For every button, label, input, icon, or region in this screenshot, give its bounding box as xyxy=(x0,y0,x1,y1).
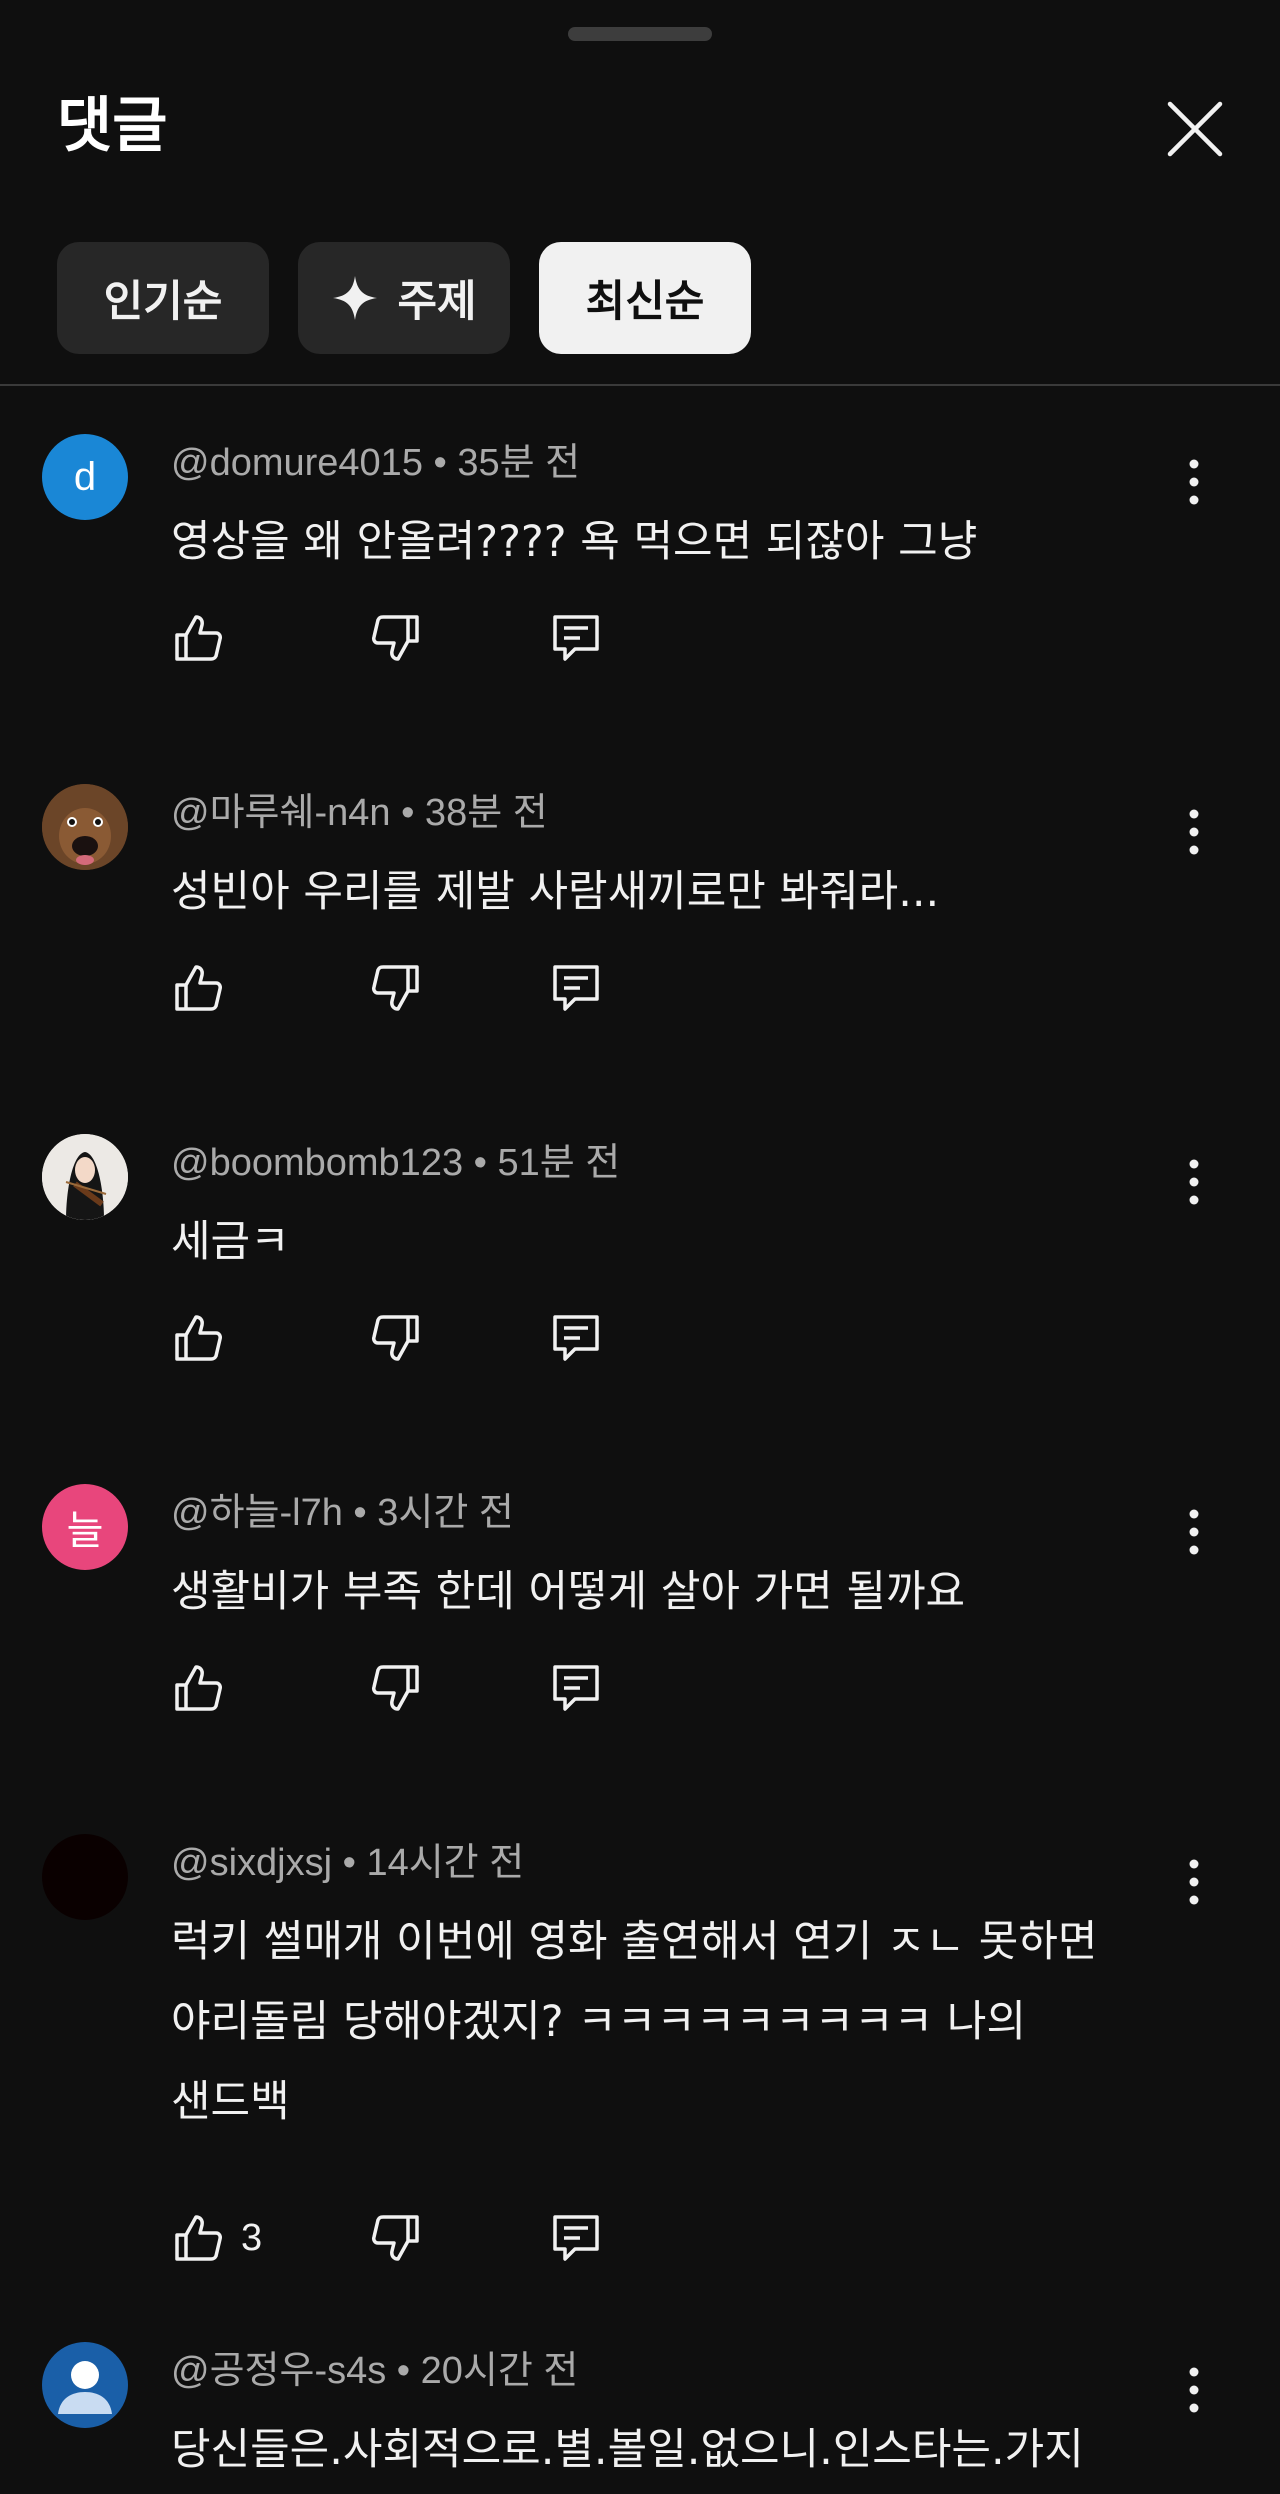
thumbs-up-icon xyxy=(175,615,222,661)
drag-handle[interactable] xyxy=(568,27,712,41)
thumbs-up-icon xyxy=(175,1665,222,1711)
chip-popular[interactable]: 인기순 xyxy=(57,242,269,354)
more-vert-icon xyxy=(1189,459,1199,505)
reply-button[interactable] xyxy=(549,1308,603,1368)
like-count: 3 xyxy=(241,2216,263,2259)
avatar-letter: d xyxy=(73,454,97,499)
chip-topic[interactable]: 주제 xyxy=(298,242,510,354)
dog-avatar[interactable] xyxy=(42,784,128,870)
comment-meta[interactable]: @마루쉐-n4n • 38분 전 xyxy=(171,788,548,838)
thumbs-down-icon xyxy=(372,2215,419,2261)
like-button[interactable] xyxy=(171,1658,225,1718)
comment-meta[interactable]: @boombomb123 • 51분 전 xyxy=(171,1138,620,1188)
comment-text: 성빈아 우리를 제발 사람새끼로만 봐줘라... xyxy=(171,867,940,917)
close-icon xyxy=(1167,101,1223,157)
more-options-button[interactable] xyxy=(1172,800,1216,864)
thumbs-down-icon xyxy=(372,1315,419,1361)
close-button[interactable] xyxy=(1160,94,1230,164)
dislike-button[interactable] xyxy=(369,608,423,668)
header-divider xyxy=(0,384,1280,386)
reply-icon xyxy=(553,2215,599,2261)
person-violin-avatar[interactable] xyxy=(42,1134,128,1220)
sparkle-icon xyxy=(331,274,379,322)
avatar[interactable] xyxy=(42,1834,128,1920)
thumbs-down-icon xyxy=(372,965,419,1011)
chip-newest-label: 최신순 xyxy=(585,277,705,327)
more-options-button[interactable] xyxy=(1172,1850,1216,1914)
chip-popular-label: 인기순 xyxy=(103,277,223,327)
more-options-button[interactable] xyxy=(1172,1500,1216,1564)
thumbs-up-icon xyxy=(175,965,222,1011)
comment-text: 럭키 썰매개 이번에 영화 출연해서 연기 ㅈㄴ 못하면 야리돌림 당해야겠지?… xyxy=(171,1917,1098,2127)
reply-icon xyxy=(553,965,599,1011)
avatar[interactable]: d xyxy=(42,434,128,520)
avatar[interactable] xyxy=(42,2342,128,2428)
sheet-title: 댓글 xyxy=(57,91,168,161)
comment-text: 당신들은.사회적으로.별.볼일.없으니.인스타는.가지 xyxy=(171,2425,1084,2475)
reply-icon xyxy=(553,615,599,661)
reply-button[interactable] xyxy=(549,2208,603,2268)
comment-text: 세금ㅋ xyxy=(171,1217,290,1267)
comment-text: 생활비가 부족 한데 어떻게 살아 가면 될까요 xyxy=(171,1567,966,1617)
dislike-button[interactable] xyxy=(369,1658,423,1718)
thumbs-down-icon xyxy=(372,1665,419,1711)
more-options-button[interactable] xyxy=(1172,1150,1216,1214)
dislike-button[interactable] xyxy=(369,2208,423,2268)
more-vert-icon xyxy=(1189,2367,1199,2413)
more-vert-icon xyxy=(1189,1509,1199,1555)
avatar[interactable]: 늘 xyxy=(42,1484,128,1570)
more-vert-icon xyxy=(1189,1859,1199,1905)
like-button[interactable] xyxy=(171,958,225,1018)
reply-icon xyxy=(553,1315,599,1361)
reply-button[interactable] xyxy=(549,608,603,668)
reply-button[interactable] xyxy=(549,1658,603,1718)
comment-meta[interactable]: @하늘-l7h • 3시간 전 xyxy=(171,1488,514,1538)
thumbs-up-icon xyxy=(175,2215,222,2261)
comment-text: 영상을 왜 안올려???? 욕 먹으면 되잖아 그냥 xyxy=(171,517,978,567)
thumbs-down-icon xyxy=(372,615,419,661)
like-button[interactable] xyxy=(171,1308,225,1368)
more-options-button[interactable] xyxy=(1172,2358,1216,2422)
dislike-button[interactable] xyxy=(369,958,423,1018)
comment-meta[interactable]: @공정우-s4s • 20시간 전 xyxy=(171,2346,578,2396)
chip-newest[interactable]: 최신순 xyxy=(539,242,751,354)
comment-meta[interactable]: @domure4015 • 35분 전 xyxy=(171,438,580,488)
avatar-letter: 늘 xyxy=(66,1509,104,1553)
more-vert-icon xyxy=(1189,809,1199,855)
comment-meta[interactable]: @sixdjxsj • 14시간 전 xyxy=(171,1838,524,1888)
sort-chips: 인기순 주제 최신순 xyxy=(57,242,751,354)
more-vert-icon xyxy=(1189,1159,1199,1205)
reply-icon xyxy=(553,1665,599,1711)
reply-button[interactable] xyxy=(549,958,603,1018)
chip-topic-label: 주제 xyxy=(397,277,477,327)
thumbs-up-icon xyxy=(175,1315,222,1361)
dislike-button[interactable] xyxy=(369,1308,423,1368)
like-button[interactable] xyxy=(171,608,225,668)
like-button[interactable]: 3 xyxy=(171,2208,262,2268)
comments-sheet: 댓글 인기순 주제 최신순 d @domure4015 • 35분 전영상을 왜 … xyxy=(0,0,1280,2494)
user-icon xyxy=(58,2361,112,2414)
more-options-button[interactable] xyxy=(1172,450,1216,514)
